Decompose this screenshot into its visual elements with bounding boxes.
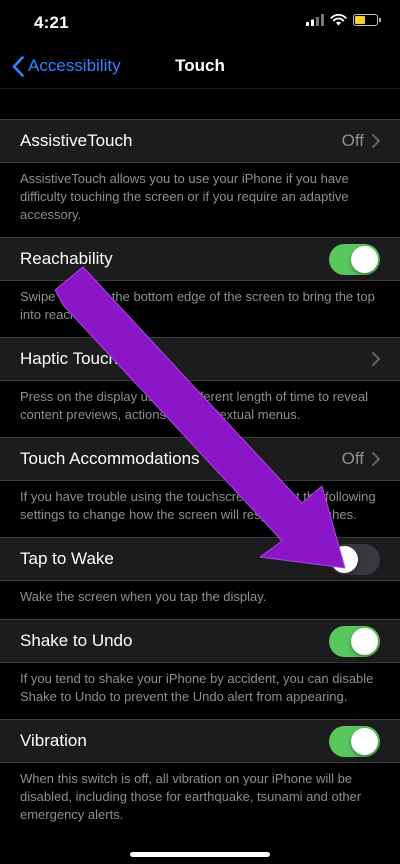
reachability-description: Swipe down on the bottom edge of the scr… [20, 289, 375, 322]
page-title: Touch [175, 56, 225, 75]
haptic-touch-row[interactable]: Haptic Touch [0, 337, 400, 381]
chevron-right-icon [372, 134, 380, 148]
nav-divider [0, 88, 400, 89]
assistivetouch-label: AssistiveTouch [20, 131, 133, 150]
tap-to-wake-label: Tap to Wake [20, 549, 114, 568]
assistivetouch-description: AssistiveTouch allows you to use your iP… [20, 171, 349, 222]
home-indicator [130, 852, 270, 857]
vibration-description: When this switch is off, all vibration o… [20, 771, 362, 822]
assistivetouch-row[interactable]: AssistiveTouch Off [0, 119, 400, 163]
touch-accommodations-value: Off [341, 449, 364, 468]
vibration-switch[interactable] [329, 725, 380, 757]
touch-accommodations-label: Touch Accommodations [20, 449, 200, 468]
status-bar: 4:21 [0, 0, 400, 44]
haptic-touch-description: Press on the display using a different l… [20, 389, 369, 422]
touch-accommodations-row[interactable]: Touch Accommodations Off [0, 437, 400, 481]
reachability-row: Reachability [0, 237, 400, 281]
touch-accommodations-description: If you have trouble using the touchscree… [20, 489, 376, 522]
shake-to-undo-label: Shake to Undo [20, 631, 133, 650]
wifi-icon [330, 14, 347, 26]
reachability-label: Reachability [20, 249, 113, 268]
chevron-right-icon [372, 352, 380, 366]
cellular-signal-icon [306, 14, 324, 26]
status-icons [306, 14, 381, 26]
vibration-row: Vibration [0, 719, 400, 763]
tap-to-wake-description: Wake the screen when you tap the display… [20, 589, 267, 604]
vibration-label: Vibration [20, 731, 87, 750]
shake-to-undo-row: Shake to Undo [0, 619, 400, 663]
shake-to-undo-description: If you tend to shake your iPhone by acci… [20, 671, 374, 704]
reachability-switch[interactable] [329, 243, 380, 275]
settings-list: AssistiveTouch Off AssistiveTouch allows… [0, 119, 400, 837]
assistivetouch-value: Off [341, 131, 364, 150]
haptic-touch-label: Haptic Touch [20, 349, 118, 368]
battery-icon [353, 14, 381, 26]
shake-to-undo-switch[interactable] [329, 625, 380, 657]
navigation-bar: Accessibility Touch [0, 44, 400, 88]
status-time: 4:21 [34, 13, 69, 32]
chevron-right-icon [372, 452, 380, 466]
tap-to-wake-row: Tap to Wake [0, 537, 400, 581]
tap-to-wake-switch[interactable] [329, 543, 380, 575]
